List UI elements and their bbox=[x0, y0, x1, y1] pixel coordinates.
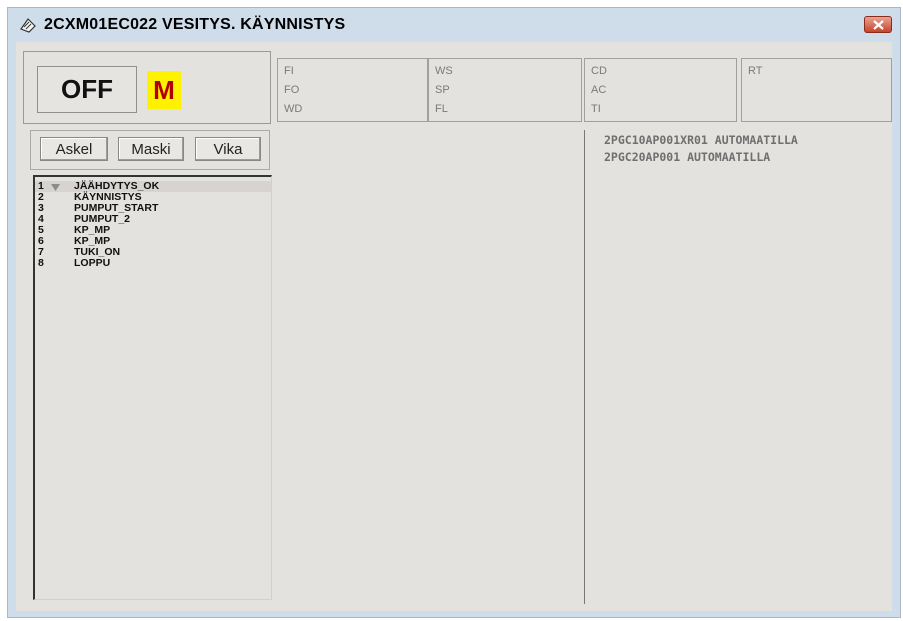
signal-group-2: WS SP FL bbox=[428, 58, 582, 122]
message-line: 2PGC10AP001XR01 AUTOMAATILLA bbox=[604, 133, 798, 147]
signal-group-3: CD AC TI bbox=[584, 58, 737, 122]
message-line: 2PGC20AP001 AUTOMAATILLA bbox=[604, 150, 771, 164]
title-bar[interactable]: 2CXM01EC022 VESITYS. KÄYNNISTYS bbox=[8, 8, 900, 42]
app-icon bbox=[19, 17, 37, 33]
maski-button[interactable]: Maski bbox=[118, 137, 184, 161]
manual-indicator: M bbox=[147, 71, 181, 109]
signal-rt: RT bbox=[748, 65, 763, 77]
signal-sp: SP bbox=[435, 84, 450, 96]
close-icon bbox=[873, 20, 884, 30]
signal-fo: FO bbox=[284, 84, 300, 96]
close-button[interactable] bbox=[864, 16, 892, 33]
vika-button[interactable]: Vika bbox=[195, 137, 261, 161]
window-bottom-border bbox=[16, 611, 892, 617]
step-item[interactable]: 5 KP_MP bbox=[35, 225, 271, 236]
signal-fl: FL bbox=[435, 103, 448, 115]
step-label: LOPPU bbox=[74, 257, 111, 269]
mode-status: OFF bbox=[37, 66, 137, 113]
signal-wd: WD bbox=[284, 103, 303, 115]
signal-group-4: RT bbox=[741, 58, 892, 122]
step-list[interactable]: 1 JÄÄHDYTYS_OK 2 KÄYNNISTYS 3 PUMPUT_STA… bbox=[33, 175, 272, 600]
step-item[interactable]: 3 PUMPUT_START bbox=[35, 203, 271, 214]
signal-ti: TI bbox=[591, 103, 601, 115]
message-panel: 2PGC10AP001XR01 AUTOMAATILLA 2PGC20AP001… bbox=[584, 130, 889, 604]
step-item[interactable]: 1 JÄÄHDYTYS_OK bbox=[35, 181, 271, 192]
step-item[interactable]: 6 KP_MP bbox=[35, 236, 271, 247]
window-title: 2CXM01EC022 VESITYS. KÄYNNISTYS bbox=[44, 16, 346, 33]
step-item[interactable]: 4 PUMPUT_2 bbox=[35, 214, 271, 225]
signal-ws: WS bbox=[435, 65, 453, 77]
signal-group-1: FI FO WD bbox=[277, 58, 428, 122]
signal-cd: CD bbox=[591, 65, 607, 77]
step-item[interactable]: 7 TUKI_ON bbox=[35, 247, 271, 258]
signal-fi: FI bbox=[284, 65, 294, 77]
step-item[interactable]: 8 LOPPU bbox=[35, 258, 271, 269]
step-number: 8 bbox=[38, 257, 44, 269]
askel-button[interactable]: Askel bbox=[40, 137, 108, 161]
signal-ac: AC bbox=[591, 84, 607, 96]
